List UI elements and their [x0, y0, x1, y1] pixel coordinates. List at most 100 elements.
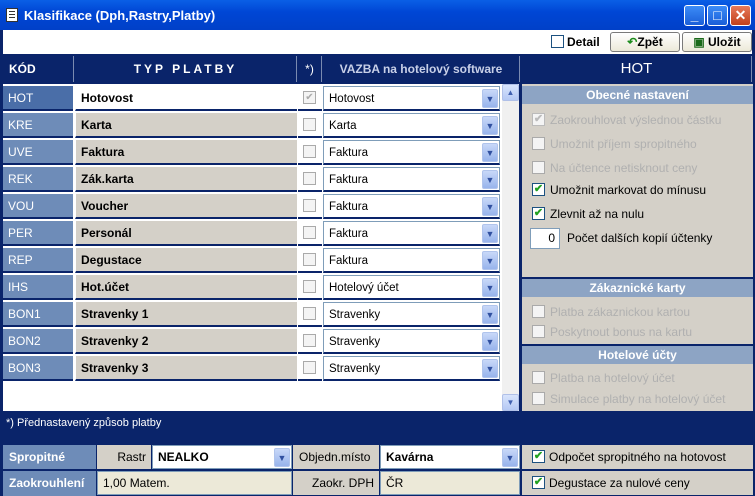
copies-label: Počet dalších kopií účtenky — [567, 231, 713, 245]
row-code[interactable]: UVE — [3, 140, 73, 165]
row-code[interactable]: REK — [3, 167, 73, 192]
title-bar: Klasifikace (Dph,Rastry,Platby) _ □ ✕ — [0, 0, 755, 30]
row-vazba-select[interactable]: Hotovost ▼ — [323, 86, 500, 111]
row-vazba-select[interactable]: Stravenky ▼ — [323, 329, 500, 354]
column-header-default: *) — [298, 56, 322, 82]
rastr-select[interactable]: NEALKO ▼ — [152, 445, 292, 469]
row-default-checkbox[interactable] — [298, 140, 322, 165]
row-default-checkbox[interactable] — [298, 275, 322, 300]
vat-rounding-value: ČR — [380, 471, 520, 495]
maximize-button[interactable]: □ — [707, 5, 728, 26]
checkbox-icon — [303, 280, 316, 293]
checkbox-icon — [303, 172, 316, 185]
minimize-button[interactable]: _ — [684, 5, 705, 26]
rounding-label: Zaokrouhlení — [3, 471, 96, 496]
row-code[interactable]: REP — [3, 248, 73, 273]
checkbox-icon — [303, 253, 316, 266]
general-settings-title: Obecné nastavení — [522, 86, 753, 104]
rounding-value: 1,00 Matem. — [97, 471, 292, 495]
rastr-label: Rastr — [97, 445, 151, 469]
row-default-checkbox[interactable] — [298, 248, 322, 273]
chevron-down-icon[interactable]: ▼ — [482, 251, 498, 270]
row-code[interactable]: BON1 — [3, 302, 73, 327]
row-default-checkbox[interactable] — [298, 194, 322, 219]
back-button[interactable]: ↶Zpět — [610, 32, 680, 52]
row-default-checkbox[interactable] — [298, 356, 322, 381]
degustation-checkbox[interactable]: ✔ Degustace za nulové ceny — [522, 471, 753, 495]
hotel-accounts-panel: Hotelové účty Platba na hotelový účet Si… — [522, 346, 753, 411]
row-payment-type[interactable]: Voucher — [75, 194, 297, 219]
grid-scrollbar[interactable]: ▲ ▼ — [502, 84, 519, 411]
chevron-down-icon[interactable]: ▼ — [482, 224, 498, 243]
row-default-checkbox[interactable] — [298, 167, 322, 192]
row-payment-type[interactable]: Karta — [75, 113, 297, 138]
chevron-down-icon[interactable]: ▼ — [482, 332, 498, 351]
chevron-down-icon[interactable]: ▼ — [482, 170, 498, 189]
toolbar: Detail ↶Zpět ▣ Uložit — [3, 30, 752, 54]
checkmark-icon: ✔ — [532, 450, 545, 463]
checkmark-icon: ✔ — [532, 207, 545, 220]
row-code[interactable]: IHS — [3, 275, 73, 300]
row-code[interactable]: PER — [3, 221, 73, 246]
row-default-checkbox[interactable]: ✔ — [298, 86, 322, 111]
place-select[interactable]: Kavárna ▼ — [380, 445, 520, 469]
checkbox-icon — [303, 334, 316, 347]
row-payment-type[interactable]: Hotovost — [75, 86, 297, 111]
row-vazba-select[interactable]: Karta ▼ — [323, 113, 500, 138]
column-header-vazba: VAZBA na hotelový software — [323, 56, 520, 82]
row-payment-type[interactable]: Stravenky 1 — [75, 302, 297, 327]
row-code[interactable]: BON2 — [3, 329, 73, 354]
checkbox-icon — [303, 307, 316, 320]
chevron-down-icon[interactable]: ▼ — [274, 448, 290, 467]
hotel-accounts-title: Hotelové účty — [522, 346, 753, 364]
row-vazba-select[interactable]: Faktura ▼ — [323, 167, 500, 192]
back-arrow-icon: ↶ — [627, 35, 638, 49]
row-code[interactable]: VOU — [3, 194, 73, 219]
row-code[interactable]: HOT — [3, 86, 73, 111]
row-default-checkbox[interactable] — [298, 329, 322, 354]
checkbox-icon — [303, 145, 316, 158]
row-payment-type[interactable]: Stravenky 2 — [75, 329, 297, 354]
row-payment-type[interactable]: Stravenky 3 — [75, 356, 297, 381]
row-payment-type[interactable]: Personál — [75, 221, 297, 246]
chevron-down-icon[interactable]: ▼ — [482, 305, 498, 324]
row-vazba-select[interactable]: Stravenky ▼ — [323, 302, 500, 327]
chevron-down-icon[interactable]: ▼ — [482, 116, 498, 135]
row-code[interactable]: KRE — [3, 113, 73, 138]
chevron-down-icon[interactable]: ▼ — [482, 143, 498, 162]
chevron-down-icon[interactable]: ▼ — [482, 197, 498, 216]
checkbox-icon — [303, 118, 316, 131]
save-button[interactable]: ▣ Uložit — [682, 32, 752, 52]
row-payment-type[interactable]: Zák.karta — [75, 167, 297, 192]
row-payment-type[interactable]: Faktura — [75, 140, 297, 165]
row-payment-type[interactable]: Degustace — [75, 248, 297, 273]
checkmark-icon: ✔ — [532, 476, 545, 489]
floppy-disk-icon: ▣ — [693, 35, 705, 49]
chevron-down-icon[interactable]: ▼ — [482, 278, 498, 297]
chevron-down-icon[interactable]: ▼ — [502, 448, 518, 467]
row-default-checkbox[interactable] — [298, 113, 322, 138]
chevron-down-icon[interactable]: ▼ — [482, 89, 498, 108]
chevron-down-icon[interactable]: ▼ — [482, 359, 498, 378]
scroll-up-icon[interactable]: ▲ — [502, 84, 519, 101]
copies-input[interactable]: 0 — [530, 228, 560, 249]
row-payment-type[interactable]: Hot.účet — [75, 275, 297, 300]
checkbox-icon — [303, 361, 316, 374]
row-default-checkbox[interactable] — [298, 221, 322, 246]
tip-deduct-checkbox[interactable]: ✔ Odpočet spropitného na hotovost — [522, 445, 753, 469]
window-title: Klasifikace (Dph,Rastry,Platby) — [24, 8, 216, 23]
row-vazba-select[interactable]: Faktura ▼ — [323, 221, 500, 246]
row-vazba-select[interactable]: Faktura ▼ — [323, 140, 500, 165]
row-code[interactable]: BON3 — [3, 356, 73, 381]
row-default-checkbox[interactable] — [298, 302, 322, 327]
row-vazba-select[interactable]: Stravenky ▼ — [323, 356, 500, 381]
close-button[interactable]: ✕ — [730, 5, 751, 26]
scroll-down-icon[interactable]: ▼ — [502, 394, 519, 411]
row-vazba-select[interactable]: Faktura ▼ — [323, 248, 500, 273]
tip-label: Spropitné — [3, 445, 96, 469]
row-vazba-select[interactable]: Faktura ▼ — [323, 194, 500, 219]
checkbox-icon — [303, 199, 316, 212]
column-header-kod: KÓD — [3, 56, 74, 82]
footnote: *) Přednastavený způsob platby — [3, 413, 520, 441]
row-vazba-select[interactable]: Hotelový účet ▼ — [323, 275, 500, 300]
